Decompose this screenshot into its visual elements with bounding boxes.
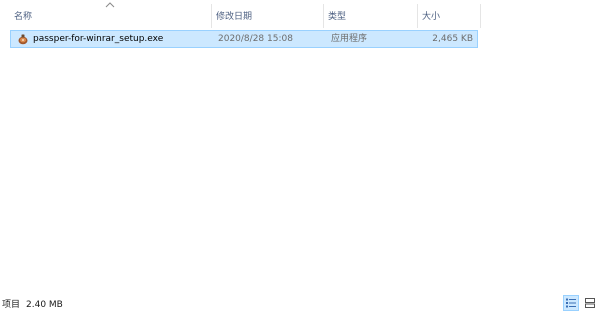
column-type[interactable]: 类型 — [324, 0, 416, 30]
status-size: 2.40 MB — [26, 300, 63, 310]
column-header: 名称 修改日期 类型 大小 — [0, 0, 600, 30]
column-type-label: 类型 — [328, 11, 347, 22]
column-date-label: 修改日期 — [216, 11, 253, 22]
column-size-label: 大小 — [422, 11, 441, 22]
column-divider[interactable] — [480, 4, 481, 28]
status-bar: 项目 2.40 MB — [0, 292, 600, 314]
column-size[interactable]: 大小 — [418, 0, 480, 30]
large-icons-view-button[interactable] — [582, 295, 598, 311]
file-date-modified: 2020/8/28 15:08 — [218, 34, 293, 44]
column-date-modified[interactable]: 修改日期 — [212, 0, 322, 30]
large-icons-view-icon — [585, 298, 595, 308]
status-items-label: 项目 — [2, 300, 21, 310]
file-name: passper-for-winrar_setup.exe — [33, 34, 164, 44]
column-name[interactable]: 名称 — [10, 0, 210, 30]
details-view-button[interactable] — [563, 295, 579, 311]
status-text: 项目 2.40 MB — [2, 297, 69, 310]
file-row[interactable]: passper-for-winrar_setup.exe 2020/8/28 1… — [10, 30, 478, 48]
file-size: 2,465 KB — [432, 34, 473, 44]
file-type: 应用程序 — [331, 34, 368, 44]
installer-exe-icon — [18, 34, 28, 45]
column-name-label: 名称 — [14, 11, 33, 22]
details-view-icon — [566, 298, 576, 308]
